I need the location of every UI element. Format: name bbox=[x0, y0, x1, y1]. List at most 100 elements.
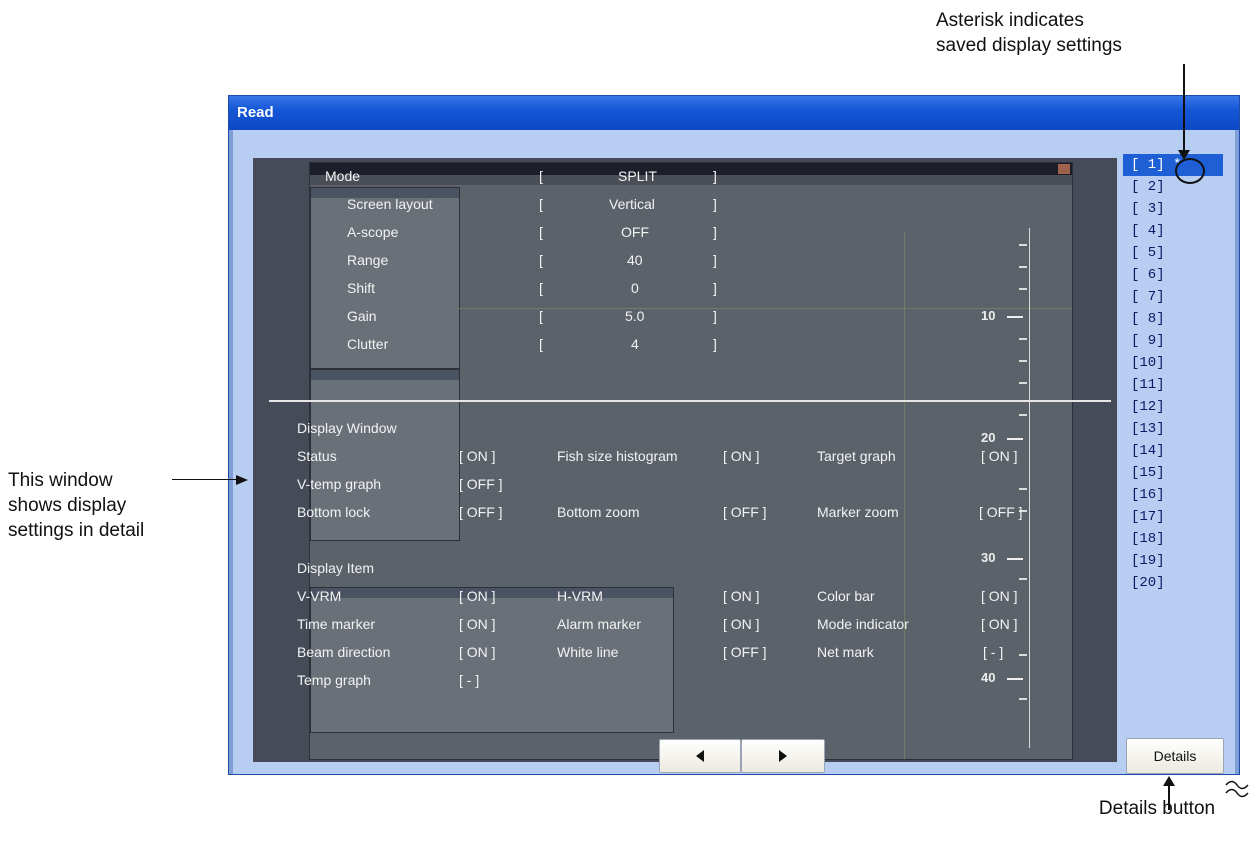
scale-tick bbox=[1007, 558, 1023, 560]
title-bar[interactable]: Read bbox=[229, 96, 1239, 130]
asterisk-callout-arrow bbox=[1183, 64, 1185, 156]
memory-slot[interactable]: [15] bbox=[1123, 462, 1223, 484]
color-bar-label: Color bar bbox=[817, 588, 875, 604]
window-callout-line1: This window bbox=[8, 470, 113, 491]
range-value: 40 bbox=[627, 252, 643, 268]
ghost-title-bar bbox=[310, 163, 1072, 175]
bracket-close: ] bbox=[713, 224, 717, 240]
h-vrm-label: H-VRM bbox=[557, 588, 603, 604]
next-button[interactable] bbox=[741, 739, 825, 773]
arrow-right-icon bbox=[236, 475, 248, 485]
v-vrm-value: [ ON ] bbox=[459, 588, 496, 604]
temp-graph-value: [ - ] bbox=[459, 672, 480, 688]
memory-slot[interactable]: [ 5] bbox=[1123, 242, 1223, 264]
settings-preview-pane: 10 20 30 40 Mode [ SPLIT ] Screen layout bbox=[253, 158, 1117, 762]
memory-slot[interactable]: [18] bbox=[1123, 528, 1223, 550]
memory-slot[interactable]: [ 8] bbox=[1123, 308, 1223, 330]
memory-slot[interactable]: [ 9] bbox=[1123, 330, 1223, 352]
memory-slot[interactable]: [ 7] bbox=[1123, 286, 1223, 308]
memory-slot-label: [ 8] bbox=[1131, 311, 1165, 327]
memory-slot-label: [ 3] bbox=[1131, 201, 1165, 217]
memory-slot-label: [10] bbox=[1131, 355, 1165, 371]
bracket-close: ] bbox=[713, 168, 717, 184]
h-vrm-value: [ ON ] bbox=[723, 588, 760, 604]
bracket-open: [ bbox=[539, 196, 543, 212]
beam-direction-value: [ ON ] bbox=[459, 644, 496, 660]
memory-slot[interactable]: [13] bbox=[1123, 418, 1223, 440]
memory-slot[interactable]: [12] bbox=[1123, 396, 1223, 418]
memory-slot-label: [18] bbox=[1131, 531, 1165, 547]
scale-tick bbox=[1019, 488, 1027, 490]
marker-zoom-label: Marker zoom bbox=[817, 504, 899, 520]
asterisk-callout-line1: Asterisk indicates bbox=[936, 10, 1084, 31]
target-graph-label: Target graph bbox=[817, 448, 896, 464]
bottom-lock-value: [ OFF ] bbox=[459, 504, 503, 520]
memory-slot-label: [ 4] bbox=[1131, 223, 1165, 239]
scale-tick bbox=[1019, 698, 1027, 700]
marker-zoom-value: [ OFF ] bbox=[979, 504, 1023, 520]
beam-direction-label: Beam direction bbox=[297, 644, 391, 660]
ghost-grid-line bbox=[904, 233, 905, 759]
arrow-up-icon bbox=[1163, 776, 1175, 786]
details-button[interactable]: Details bbox=[1126, 738, 1224, 774]
memory-slot[interactable]: [11] bbox=[1123, 374, 1223, 396]
memory-slot-label: [19] bbox=[1131, 553, 1165, 569]
settings-memory-list[interactable]: [ 1] * [ 2] [ 3] [ 4] [ 5] [ 6] [ 7] [ 8] [ 9] [10… bbox=[1123, 154, 1223, 594]
memory-slot[interactable]: [16] bbox=[1123, 484, 1223, 506]
triangle-left-icon bbox=[696, 750, 704, 762]
bracket-close: ] bbox=[713, 252, 717, 268]
alarm-marker-value: [ ON ] bbox=[723, 616, 760, 632]
memory-slot[interactable]: [ 4] bbox=[1123, 220, 1223, 242]
bracket-close: ] bbox=[713, 336, 717, 352]
gain-value: 5.0 bbox=[625, 308, 645, 324]
memory-slot[interactable]: [20] bbox=[1123, 572, 1223, 594]
range-label: Range bbox=[347, 252, 389, 268]
window-callout-line3: settings in detail bbox=[8, 520, 145, 541]
alarm-marker-label: Alarm marker bbox=[557, 616, 642, 632]
bracket-close: ] bbox=[713, 280, 717, 296]
read-dialog: Read 10 20 30 40 Mode [SPLIT] Screen l… bbox=[228, 95, 1240, 775]
scale-tick bbox=[1019, 266, 1027, 268]
memory-slot[interactable]: [19] bbox=[1123, 550, 1223, 572]
asterisk-highlight-circle bbox=[1175, 158, 1205, 184]
memory-slot[interactable]: [17] bbox=[1123, 506, 1223, 528]
memory-slot-label: [13] bbox=[1131, 421, 1165, 437]
memory-slot[interactable]: [10] bbox=[1123, 352, 1223, 374]
ghost-grid-line bbox=[458, 308, 1072, 309]
shift-label: Shift bbox=[347, 280, 376, 296]
section-divider bbox=[269, 400, 1111, 402]
screen-layout-label: Screen layout bbox=[347, 196, 433, 212]
scale-tick bbox=[1019, 338, 1027, 340]
memory-slot[interactable]: [ 1] * bbox=[1123, 154, 1223, 176]
color-bar-value: [ ON ] bbox=[981, 588, 1018, 604]
target-graph-value: [ ON ] bbox=[981, 448, 1018, 464]
memory-slot[interactable]: [ 2] bbox=[1123, 176, 1223, 198]
bracket-close: ] bbox=[713, 308, 717, 324]
fish-size-histogram-label: Fish size histogram bbox=[557, 448, 678, 464]
scale-tick bbox=[1019, 382, 1027, 384]
fish-size-histogram-value: [ ON ] bbox=[723, 448, 760, 464]
memory-slot[interactable]: [ 3] bbox=[1123, 198, 1223, 220]
bottom-zoom-label: Bottom zoom bbox=[557, 504, 640, 520]
memory-slot-label: [ 7] bbox=[1131, 289, 1165, 305]
memory-slot-label: [ 5] bbox=[1131, 245, 1165, 261]
time-marker-value: [ ON ] bbox=[459, 616, 496, 632]
white-line-value: [ OFF ] bbox=[723, 644, 767, 660]
prev-button[interactable] bbox=[659, 739, 741, 773]
bracket-open: [ bbox=[539, 336, 543, 352]
mode-label: Mode bbox=[325, 168, 361, 184]
ghost-menu-bar bbox=[310, 175, 1072, 185]
ghost-screen bbox=[309, 162, 1073, 760]
memory-slot[interactable]: [14] bbox=[1123, 440, 1223, 462]
memory-slot-label: [ 1] bbox=[1131, 157, 1165, 173]
depth-label-40: 40 bbox=[981, 670, 996, 685]
gain-label: Gain bbox=[347, 308, 377, 324]
memory-slot-label: [17] bbox=[1131, 509, 1165, 525]
white-line-label: White line bbox=[557, 644, 619, 660]
memory-slot[interactable]: [ 6] bbox=[1123, 264, 1223, 286]
scale-tick bbox=[1019, 360, 1027, 362]
arrow-down-icon bbox=[1178, 150, 1190, 160]
scale-tick bbox=[1019, 414, 1027, 416]
bracket-open: [ bbox=[539, 308, 543, 324]
memory-slot-label: [20] bbox=[1131, 575, 1165, 591]
